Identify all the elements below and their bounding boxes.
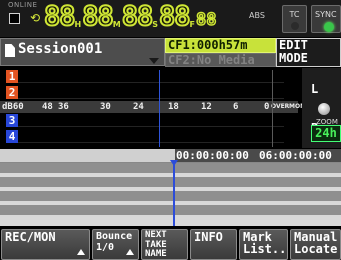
scale-over: OVER (271, 103, 290, 110)
timecode-subframes: 88 (195, 9, 217, 31)
timeline-lane[interactable] (0, 177, 341, 189)
left-channel-label: L (311, 82, 319, 96)
next-take-line3: NAME (145, 249, 167, 259)
cf2-status-text: CF2:No Media (168, 53, 255, 67)
meter-track-2 (14, 86, 284, 99)
timecode-display: 88 H 88 M 88 S 88 F 88 (43, 1, 217, 32)
sync-indicator: SYNC (311, 5, 341, 33)
meter-zero-line (272, 70, 273, 147)
mark-list-button[interactable]: Mark List... (239, 229, 288, 260)
info-label: INFO (194, 230, 223, 244)
scale-tick: 12 (201, 102, 212, 112)
next-take-name-button[interactable]: NEXT TAKE NAME (141, 229, 188, 260)
chevron-down-icon[interactable] (149, 58, 159, 64)
manual-locate-line2: Locate (294, 242, 338, 256)
scale-tick: 18 (168, 102, 179, 112)
info-button[interactable]: INFO (190, 229, 237, 260)
rec-mon-button[interactable]: REC/MON (1, 229, 90, 260)
timecode-unit-s: S (152, 20, 158, 29)
zoom-knob-icon[interactable] (318, 103, 330, 115)
abs-indicator: ABS (249, 11, 265, 20)
online-label: ONLINE (8, 1, 38, 9)
caret-up-icon (126, 249, 134, 255)
cf1-status-text: CF1:000h57m (168, 38, 248, 52)
scale-tick: 24 (133, 102, 144, 112)
scale-tick: 48 (42, 102, 53, 112)
track-number-1: 1 (6, 70, 18, 83)
timecode-unit-h: H (74, 20, 82, 29)
timecode-seconds: 88 (121, 1, 154, 32)
track-number-3: 3 (6, 114, 18, 127)
edit-mode-line2: MODE (279, 51, 308, 65)
timeline-lane[interactable] (0, 205, 341, 217)
mark-list-line2: List... (243, 242, 287, 256)
bounce-button[interactable]: Bounce 1/0 (92, 229, 139, 260)
manual-locate-label: Manual Locate (294, 231, 337, 255)
tc-label: TC (289, 10, 300, 19)
mark-list-label: Mark List... (243, 231, 287, 256)
timeline-next-time: 06:00:00:00 (259, 149, 332, 162)
rec-mon-label: REC/MON (5, 230, 56, 244)
timecode-unit-f: F (189, 20, 195, 29)
sync-led-icon (324, 22, 334, 32)
session-name: Session001 (18, 41, 103, 57)
repeat-icon: ⟲ (30, 11, 41, 25)
timecode-unit-m: M (112, 20, 121, 29)
track-number-2: 2 (6, 86, 18, 99)
sync-label: SYNC (315, 10, 337, 19)
timecode-hours: 88 (43, 1, 76, 32)
playhead-line[interactable] (173, 163, 175, 226)
scale-tick: dB60 (2, 102, 24, 112)
meter-track-4 (14, 130, 284, 143)
scale-tick: 6 (233, 102, 239, 112)
caret-up-icon (77, 249, 85, 255)
edit-mode-label: EDIT MODE (279, 39, 339, 65)
tc-indicator: TC (282, 5, 307, 33)
scale-tick: 0 (264, 102, 270, 112)
track-number-4: 4 (6, 130, 18, 143)
online-checkbox[interactable] (9, 13, 20, 24)
next-take-label: NEXT TAKE NAME (145, 230, 167, 259)
scale-tick: 30 (100, 102, 111, 112)
timecode-frames: 88 (158, 1, 191, 32)
timeline-start-time: 00:00:00:00 (176, 149, 249, 162)
manual-locate-button[interactable]: Manual Locate (290, 229, 341, 260)
meter-track-1 (14, 70, 284, 83)
meter-position-line (159, 70, 160, 147)
scale-tick: 36 (58, 102, 69, 112)
timecode-minutes: 88 (81, 1, 114, 32)
timeline-ruler-left (0, 149, 175, 163)
bounce-label-line1: Bounce (96, 231, 133, 242)
timeline-lane[interactable] (0, 191, 341, 203)
tc-led-icon (290, 22, 299, 30)
meter-track-3 (14, 114, 284, 127)
zoom-value[interactable]: 24h (311, 125, 341, 142)
